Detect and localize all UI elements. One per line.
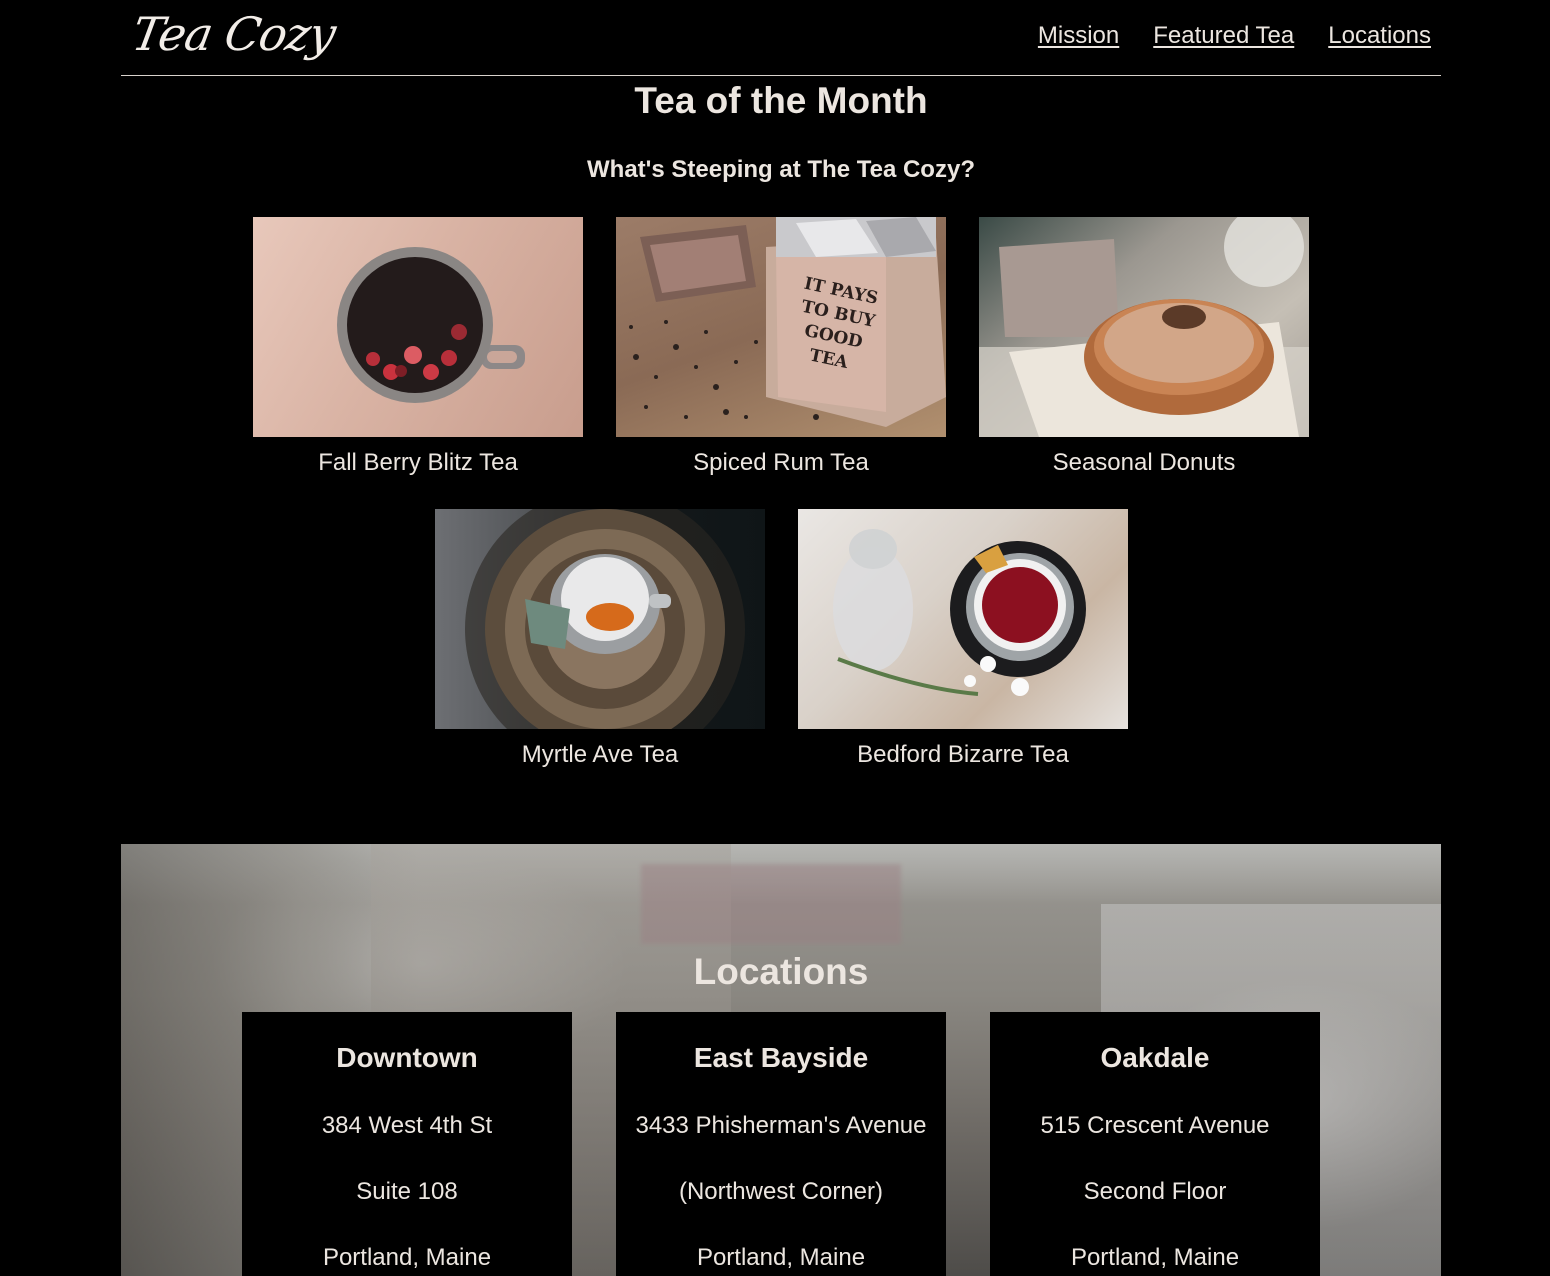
location-address-line: 515 Crescent Avenue: [1040, 1112, 1270, 1139]
section-title-tea-of-the-month: Tea of the Month: [634, 80, 928, 121]
main-nav: Mission Featured Tea Locations: [1038, 22, 1431, 50]
nav-link-locations[interactable]: Locations: [1328, 22, 1431, 50]
location-address-line: Second Floor: [1083, 1178, 1227, 1205]
section-subtitle: What's Steeping at The Tea Cozy?: [587, 156, 975, 183]
logo[interactable]: Tea Cozy: [128, 6, 339, 62]
featured-item: Myrtle Ave Tea: [435, 509, 765, 769]
featured-item-caption: Seasonal Donuts: [1052, 449, 1236, 476]
location-address-line: Portland, Maine: [696, 1244, 866, 1271]
nav-link-mission[interactable]: Mission: [1038, 22, 1119, 50]
location-address-line: Portland, Maine: [322, 1244, 492, 1271]
red-tea-cup-photo: [798, 509, 1128, 729]
tea-box-photo: IT PAYS TO BUY GOOD TEA: [616, 217, 946, 437]
page: Tea Cozy Mission Featured Tea Locations …: [0, 0, 1550, 1276]
donut-photo: [979, 217, 1309, 437]
featured-item: Fall Berry Blitz Tea: [253, 217, 583, 477]
location-card-downtown: Downtown 384 West 4th St Suite 108 Portl…: [242, 1012, 572, 1276]
locations-section: Locations Downtown 384 West 4th St Suite…: [121, 844, 1441, 1276]
location-address-line: Portland, Maine: [1070, 1244, 1240, 1271]
location-card-east-bayside: East Bayside 3433 Phisherman's Avenue (N…: [616, 1012, 946, 1276]
tea-cup-on-tray-photo: [435, 509, 765, 729]
locations-title: Locations: [693, 951, 869, 992]
nav-link-featured-tea[interactable]: Featured Tea: [1153, 22, 1294, 50]
featured-item-caption: Fall Berry Blitz Tea: [318, 449, 518, 476]
location-name: East Bayside: [693, 1042, 869, 1073]
location-address-line: 384 West 4th St: [321, 1112, 493, 1139]
location-name: Downtown: [336, 1042, 478, 1073]
location-address-line: Suite 108: [356, 1178, 458, 1205]
location-card-oakdale: Oakdale 515 Crescent Avenue Second Floor…: [990, 1012, 1320, 1276]
featured-item: IT PAYS TO BUY GOOD TEA Spiced Rum Tea: [616, 217, 946, 477]
featured-item-caption: Bedford Bizarre Tea: [857, 741, 1069, 768]
featured-item: Bedford Bizarre Tea: [798, 509, 1128, 769]
featured-item-caption: Spiced Rum Tea: [693, 449, 869, 476]
site-header: Tea Cozy Mission Featured Tea Locations: [121, 0, 1441, 76]
berry-tea-mug-photo: [253, 217, 583, 437]
location-name: Oakdale: [1100, 1042, 1210, 1073]
location-address-line: (Northwest Corner): [678, 1178, 884, 1205]
featured-item-caption: Myrtle Ave Tea: [521, 741, 679, 768]
location-address-line: 3433 Phisherman's Avenue: [635, 1112, 927, 1139]
featured-item: Seasonal Donuts: [979, 217, 1309, 477]
